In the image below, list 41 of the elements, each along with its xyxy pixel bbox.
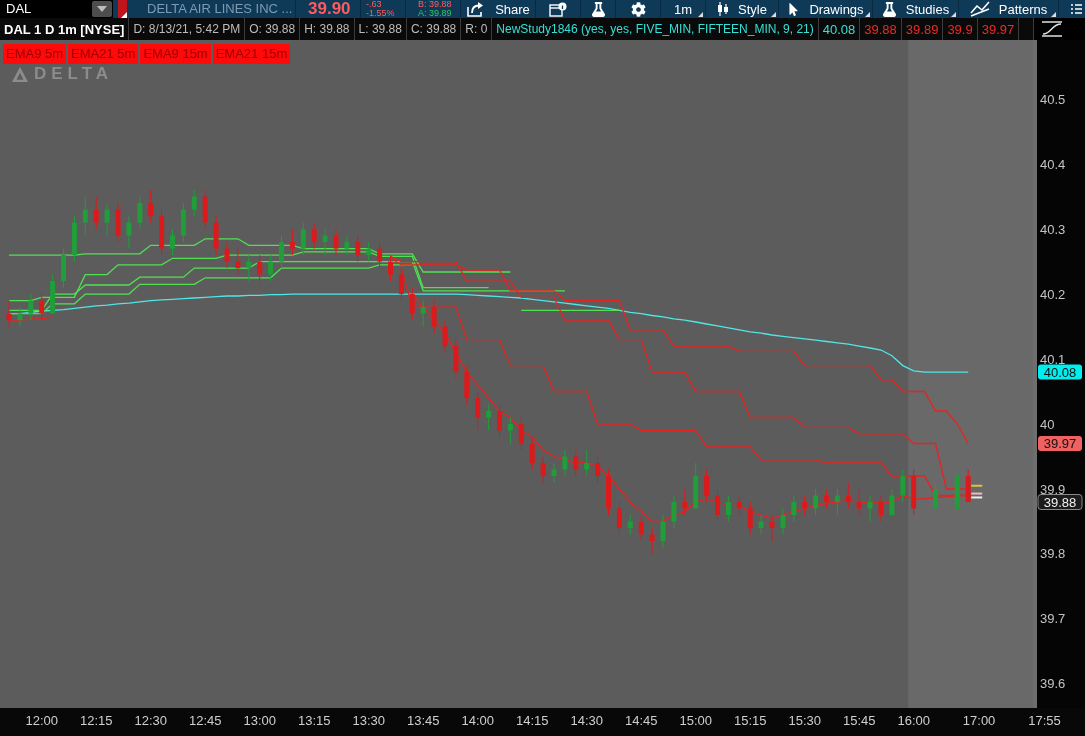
price-tick-label: 40 xyxy=(1040,416,1055,432)
price-tick-label: 40.5 xyxy=(1040,91,1066,107)
time-tick-label: 13:15 xyxy=(297,713,331,728)
price-tick-label: 39.6 xyxy=(1040,676,1066,692)
time-tick-label: 12:30 xyxy=(134,713,167,728)
price-tick-label: 40.4 xyxy=(1040,156,1066,172)
time-tick-label: 12:00 xyxy=(25,713,58,728)
price-tick-label: 40.1 xyxy=(1040,351,1066,367)
time-tick-label: 15:15 xyxy=(733,713,767,728)
time-tick-label: 13:00 xyxy=(243,713,276,728)
study-legend-tag: EMA9 15m xyxy=(140,44,211,64)
study-legend-tag: EMA21 5m xyxy=(68,44,139,64)
time-tick-label: 17:55 xyxy=(1028,713,1061,728)
price-tick-label: 39.8 xyxy=(1040,546,1066,562)
time-tick-label: 17:00 xyxy=(962,713,996,728)
price-tick-label: 39.7 xyxy=(1040,611,1066,627)
price-tick-label: 39.9 xyxy=(1040,481,1066,497)
price-tick-label: 40.3 xyxy=(1040,221,1066,237)
ask-price: A: 39.89 xyxy=(418,9,452,18)
time-tick-label: 15:45 xyxy=(842,713,876,728)
net-change: -.63 xyxy=(366,0,383,9)
time-tick-label: 14:45 xyxy=(624,713,658,728)
company-name: DELTA AIR LINES INC ... xyxy=(147,0,293,18)
time-tick-label: 14:00 xyxy=(461,713,494,728)
study-legend-tag: EMA9 5m xyxy=(3,44,67,64)
last-value-badge: 39.88 xyxy=(1037,494,1083,510)
time-tick-label: 13:30 xyxy=(352,713,385,728)
time-tick-label: 12:45 xyxy=(188,713,222,728)
time-tick-label: 14:30 xyxy=(570,713,603,728)
time-tick-label: 15:00 xyxy=(679,713,712,728)
time-tick-label: 12:15 xyxy=(79,713,113,728)
time-tick-label: 13:45 xyxy=(406,713,440,728)
percent-change: -1.55% xyxy=(366,9,395,18)
time-tick-label: 14:15 xyxy=(515,713,549,728)
time-tick-label: 15:30 xyxy=(788,713,821,728)
last-price: 39.90 xyxy=(308,0,351,18)
bid-price: B: 39.88 xyxy=(418,0,452,9)
time-tick-label: 16:00 xyxy=(897,713,930,728)
last-value-badge: 39.97 xyxy=(1038,436,1082,452)
study-legend-tag: EMA21 15m xyxy=(212,44,291,64)
price-tick-label: 40.2 xyxy=(1040,286,1066,302)
